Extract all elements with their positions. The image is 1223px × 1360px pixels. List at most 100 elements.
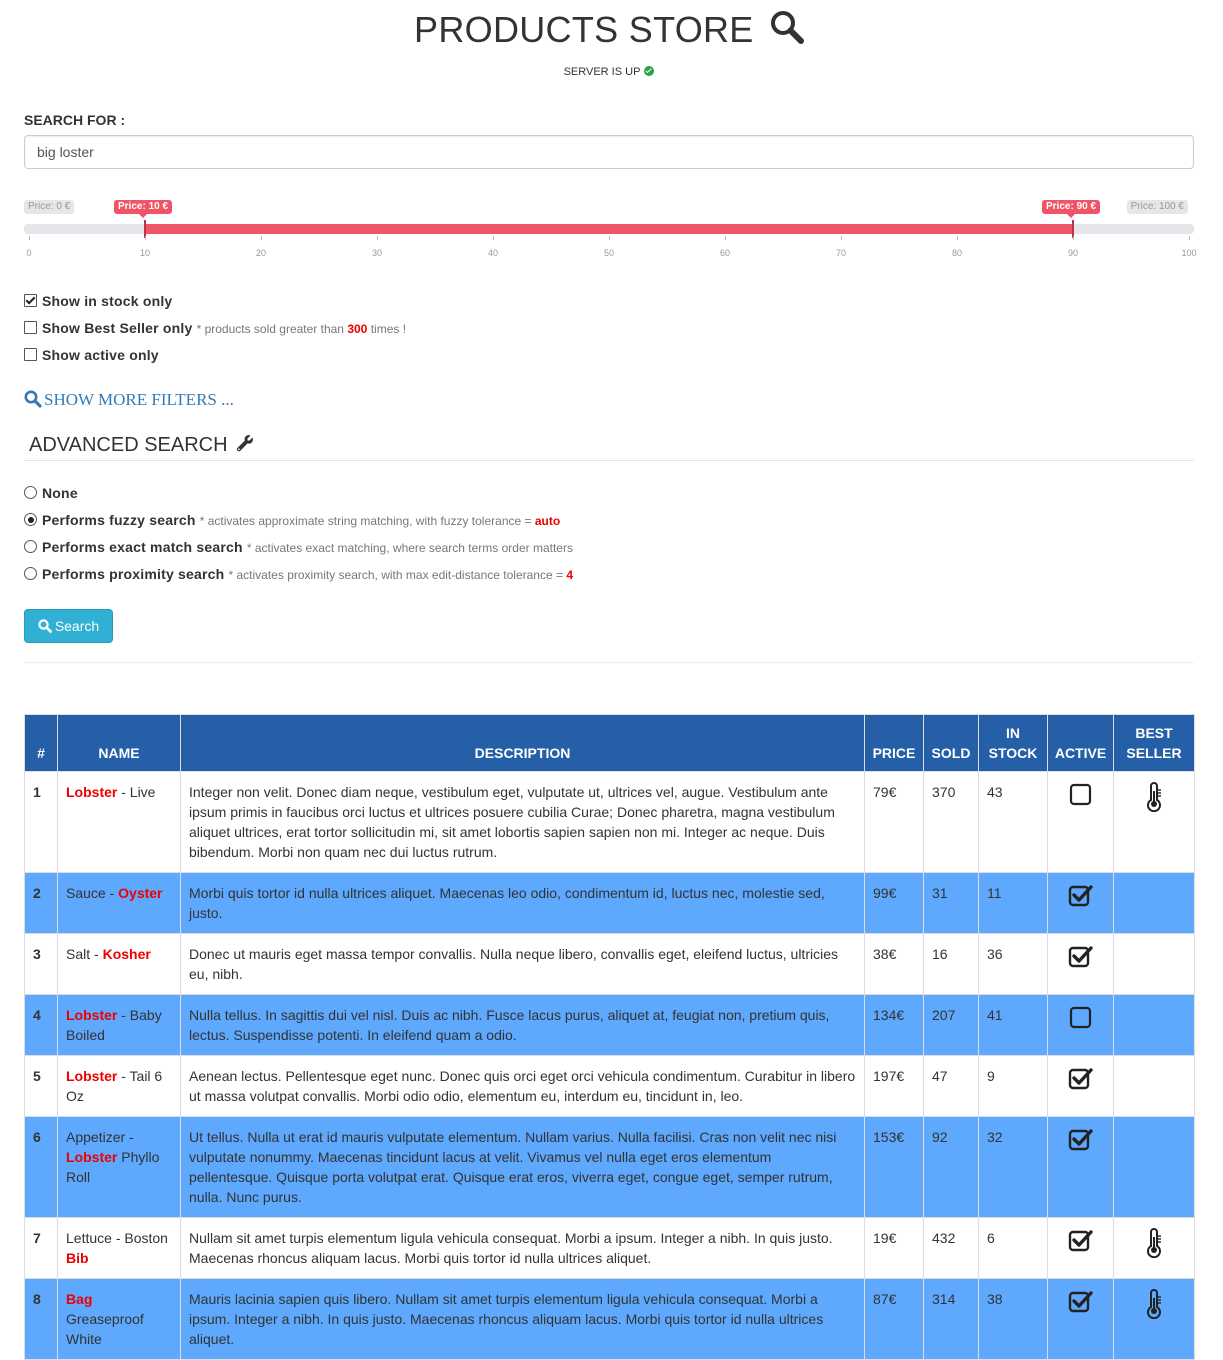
cell-in-stock: 6 [978,1217,1048,1279]
show-more-filters-link[interactable]: SHOW MORE FILTERS ... [24,390,234,410]
slider-selected-range [145,224,1073,234]
table-row[interactable]: 7 Lettuce - Boston Bib Nullam sit amet tur… [24,1217,1195,1279]
table-row[interactable]: 5 Lobster - Tail 6 Oz Aenean lectus. Pelle… [24,1055,1195,1117]
thermometer-icon [1145,1289,1163,1324]
cell-best-seller [1113,994,1195,1056]
wrench-icon [237,435,254,452]
search-icon [24,390,42,408]
slider-low-label: Price: 10 € [114,200,173,218]
search-icon [38,619,52,633]
checkbox-checked-icon [1068,944,1094,973]
search-mode-option[interactable]: None [24,482,573,509]
cell-best-seller [1113,1055,1195,1117]
checkbox-checked-icon [1068,1066,1094,1095]
cell-num: 8 [24,1278,58,1360]
cell-active [1047,1278,1114,1360]
slider-min-label: Price: 0 € [24,200,75,214]
table-row[interactable]: 6 Appetizer - Lobster Phyllo Roll Ut tellu… [24,1116,1195,1218]
cell-description: Mauris lacinia sapien quis libero. Nulla… [180,1278,865,1360]
slider-tick-label: 70 [835,248,847,258]
slider-tick-label: 0 [26,248,32,258]
checkbox-icon[interactable] [24,348,37,361]
show-more-filters-text: SHOW MORE FILTERS ... [44,390,234,409]
cell-active [1047,933,1114,995]
slider-tick-label: 50 [603,248,615,258]
cell-price: 19€ [864,1217,924,1279]
cell-sold: 92 [923,1116,979,1218]
cell-best-seller [1113,771,1195,873]
checkbox-icon[interactable] [24,321,37,334]
cell-num: 4 [24,994,58,1056]
search-label: SEARCH FOR : [24,112,126,128]
table-row[interactable]: 1 Lobster - Live Integer non velit. Donec … [24,771,1195,873]
column-header-num[interactable]: # [24,714,58,772]
price-range-slider[interactable]: Price: 0 € Price: 10 € Price: 90 € Price… [24,196,1197,266]
checkbox-checked-icon [1068,1127,1094,1156]
cell-name: Appetizer - Lobster Phyllo Roll [57,1116,181,1218]
cell-active [1047,994,1114,1056]
search-button-label: Search [54,618,100,634]
advanced-search-title: ADVANCED SEARCH [29,433,255,457]
column-header-name[interactable]: NAME [57,714,181,772]
cell-description: Nullam sit amet turpis elementum ligula … [180,1217,865,1279]
slider-tick [493,236,494,240]
cell-num: 1 [24,771,58,873]
search-button[interactable]: Search [24,609,113,643]
column-header-in-stock[interactable]: IN STOCK [978,714,1048,772]
radio-icon[interactable] [24,540,37,553]
search-mode-option[interactable]: Performs proximity search * activates pr… [24,563,573,590]
cell-active [1047,1055,1114,1117]
cell-in-stock: 9 [978,1055,1048,1117]
column-header-description[interactable]: DESCRIPTION [180,714,865,772]
cell-name: Lobster - Live [57,771,181,873]
slider-tick-label: 90 [1067,248,1079,258]
table-row[interactable]: 2 Sauce - Oyster Morbi quis tortor id null… [24,872,1195,934]
table-row[interactable]: 8 Bag Greaseproof White Mauris lacinia sap… [24,1278,1195,1360]
column-header-sold[interactable]: SOLD [923,714,979,772]
active-label: Show active only [42,347,159,363]
slider-tick-label: 80 [951,248,963,258]
radio-selected-icon[interactable] [24,513,37,526]
checkbox-checked-icon [1068,1289,1094,1318]
in-stock-checkbox[interactable]: Show in stock only [24,290,406,317]
cell-description: Ut tellus. Nulla ut erat id mauris vulpu… [180,1116,865,1218]
column-header-active[interactable]: ACTIVE [1047,714,1114,772]
cell-in-stock: 32 [978,1116,1048,1218]
search-mode-option[interactable]: Performs fuzzy search * activates approx… [24,509,573,536]
search-mode-label: None [42,485,78,501]
best-seller-checkbox[interactable]: Show Best Seller only * products sold gr… [24,317,406,344]
cell-best-seller [1113,1217,1195,1279]
active-checkbox[interactable]: Show active only [24,344,406,371]
column-header-best-seller[interactable]: BEST SELLER [1113,714,1195,772]
column-header-price[interactable]: PRICE [864,714,924,772]
server-status: SERVER IS UP [24,66,1194,80]
server-status-text: SERVER IS UP [563,66,641,78]
search-mode-note: * activates exact matching, where search… [246,541,573,555]
cell-price: 153€ [864,1116,924,1218]
cell-description: Aenean lectus. Pellentesque eget nunc. D… [180,1055,865,1117]
divider [24,662,1194,663]
radio-icon[interactable] [24,486,37,499]
slider-tick-label: 60 [719,248,731,258]
radio-icon[interactable] [24,567,37,580]
checkbox-checked-icon[interactable] [24,294,37,307]
page-title-text: PRODUCTS STORE [414,9,754,50]
best-seller-label: Show Best Seller only [42,320,193,336]
search-input[interactable] [24,135,1194,169]
in-stock-label: Show in stock only [42,293,173,309]
cell-in-stock: 11 [978,872,1048,934]
slider-tick [261,236,262,240]
thermometer-icon [1145,782,1163,817]
cell-name: Bag Greaseproof White [57,1278,181,1360]
slider-tick-label: 10 [139,248,151,258]
cell-best-seller [1113,1116,1195,1218]
table-row[interactable]: 3 Salt - Kosher Donec ut mauris eget massa… [24,933,1195,995]
cell-active [1047,872,1114,934]
cell-sold: 31 [923,872,979,934]
search-mode-label: Performs exact match search [42,539,243,555]
cell-active [1047,1217,1114,1279]
slider-tick [841,236,842,240]
cell-in-stock: 38 [978,1278,1048,1360]
search-mode-option[interactable]: Performs exact match search * activates … [24,536,573,563]
table-row[interactable]: 4 Lobster - Baby Boiled Nulla tellus. In s… [24,994,1195,1056]
